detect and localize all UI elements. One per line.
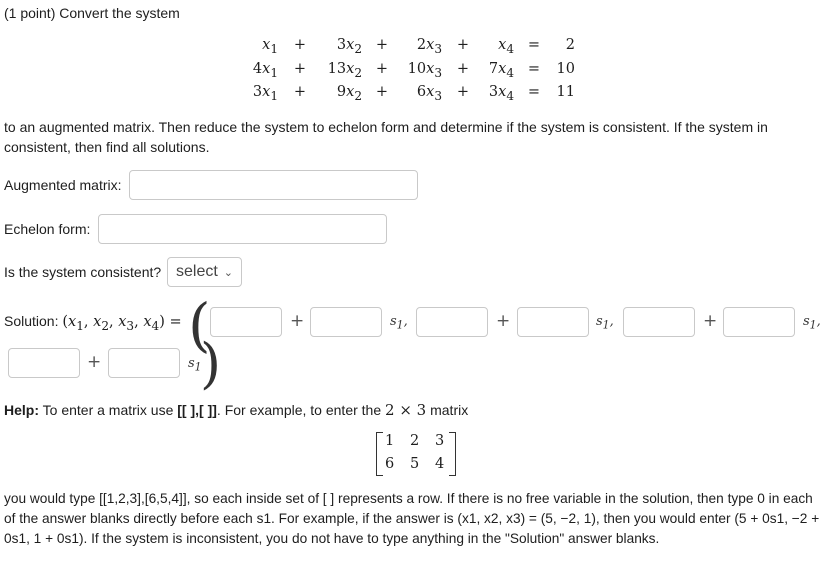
matrix-cell: 2 [410, 433, 420, 449]
solution-x3-coef[interactable] [723, 307, 795, 337]
plus-sign-2: + [496, 311, 511, 331]
consistent-label: Is the system consistent? [4, 264, 162, 280]
help-syntax: [[ ],[ ]] [177, 402, 217, 418]
eq1-equals: = [527, 37, 541, 53]
solution-x1-coef[interactable] [310, 307, 382, 337]
eq3-term1: 3x1 [252, 84, 278, 103]
solution-x3-const[interactable] [623, 307, 695, 337]
solution-tuple: (x1, x2, x3, x4) = [62, 314, 182, 333]
solution-x4-const[interactable] [8, 348, 80, 378]
eq2-term1: 4x1 [252, 61, 278, 80]
eq1-op2: + [375, 37, 389, 53]
plus-sign-3: + [703, 311, 718, 331]
solution-x2-const[interactable] [416, 307, 488, 337]
instructions-text: to an augmented matrix. Then reduce the … [4, 119, 768, 155]
help-paragraph: you would type [[1,2,3],[6,5,4]], so eac… [4, 491, 820, 546]
eq3-term4: 3x4 [488, 84, 514, 103]
eq1-op3: + [456, 37, 470, 53]
eq3-equals: = [527, 84, 541, 100]
augmented-matrix-input[interactable] [129, 170, 418, 200]
help-dims: 2 × 3 [385, 401, 427, 419]
solution-x4-coef[interactable] [108, 348, 180, 378]
s1-label-1: s1, [390, 314, 408, 332]
augmented-matrix-label: Augmented matrix: [4, 177, 122, 193]
eq1-term3: 2x3 [416, 37, 442, 56]
help-text-after: . For example, to enter the [216, 402, 382, 418]
matrix-left-bracket [376, 432, 383, 476]
solution-label: Solution: (x1, x2, x3, x4) = [4, 313, 182, 333]
matrix-cell: 1 [385, 433, 395, 449]
plus-sign-1: + [290, 311, 305, 331]
chevron-down-icon: ⌄ [223, 266, 234, 279]
eq2-op1: + [293, 61, 307, 77]
solution-label-text: Solution: [4, 313, 59, 329]
help-line: Help: To enter a matrix use [[ ],[ ]]. F… [4, 401, 468, 419]
echelon-form-input[interactable] [98, 214, 387, 244]
eq1-rhs: 2 [565, 37, 575, 53]
matrix-cell: 6 [385, 456, 395, 472]
eq2-equals: = [527, 61, 541, 77]
echelon-form-label: Echelon form: [4, 221, 91, 237]
eq1-term2: 3x2 [336, 37, 362, 56]
help-matrix-word: matrix [430, 402, 469, 418]
eq2-op3: + [456, 61, 470, 77]
eq3-term3: 6x3 [416, 84, 442, 103]
eq1-term4: x4 [498, 37, 514, 56]
s1-label-2: s1, [596, 314, 614, 332]
close-paren: ) [200, 332, 222, 395]
eq2-term3: 10x3 [407, 61, 442, 80]
eq3-op3: + [456, 84, 470, 100]
plus-sign-4: + [87, 352, 102, 372]
solution-x2-coef[interactable] [517, 307, 589, 337]
problem-header: (1 point) Convert the system [4, 5, 180, 21]
eq2-rhs: 10 [556, 61, 575, 77]
eq2-term4: 7x4 [488, 61, 514, 80]
eq3-op2: + [375, 84, 389, 100]
eq1-op1: + [293, 37, 307, 53]
help-label: Help: [4, 402, 39, 418]
eq1-term1: x1 [262, 37, 278, 56]
s1-label-3: s1, [803, 314, 821, 332]
eq3-term2: 9x2 [336, 84, 362, 103]
help-text-before: To enter a matrix use [42, 402, 174, 418]
matrix-cell: 4 [435, 456, 445, 472]
matrix-cell: 5 [410, 456, 420, 472]
consistent-select-value: select [176, 263, 218, 280]
eq2-term2: 13x2 [327, 61, 362, 80]
eq3-op1: + [293, 84, 307, 100]
eq3-rhs: 11 [556, 84, 575, 100]
eq2-op2: + [375, 61, 389, 77]
matrix-cell: 3 [435, 433, 445, 449]
matrix-right-bracket [449, 432, 456, 476]
consistent-select[interactable]: select ⌄ [167, 257, 242, 287]
